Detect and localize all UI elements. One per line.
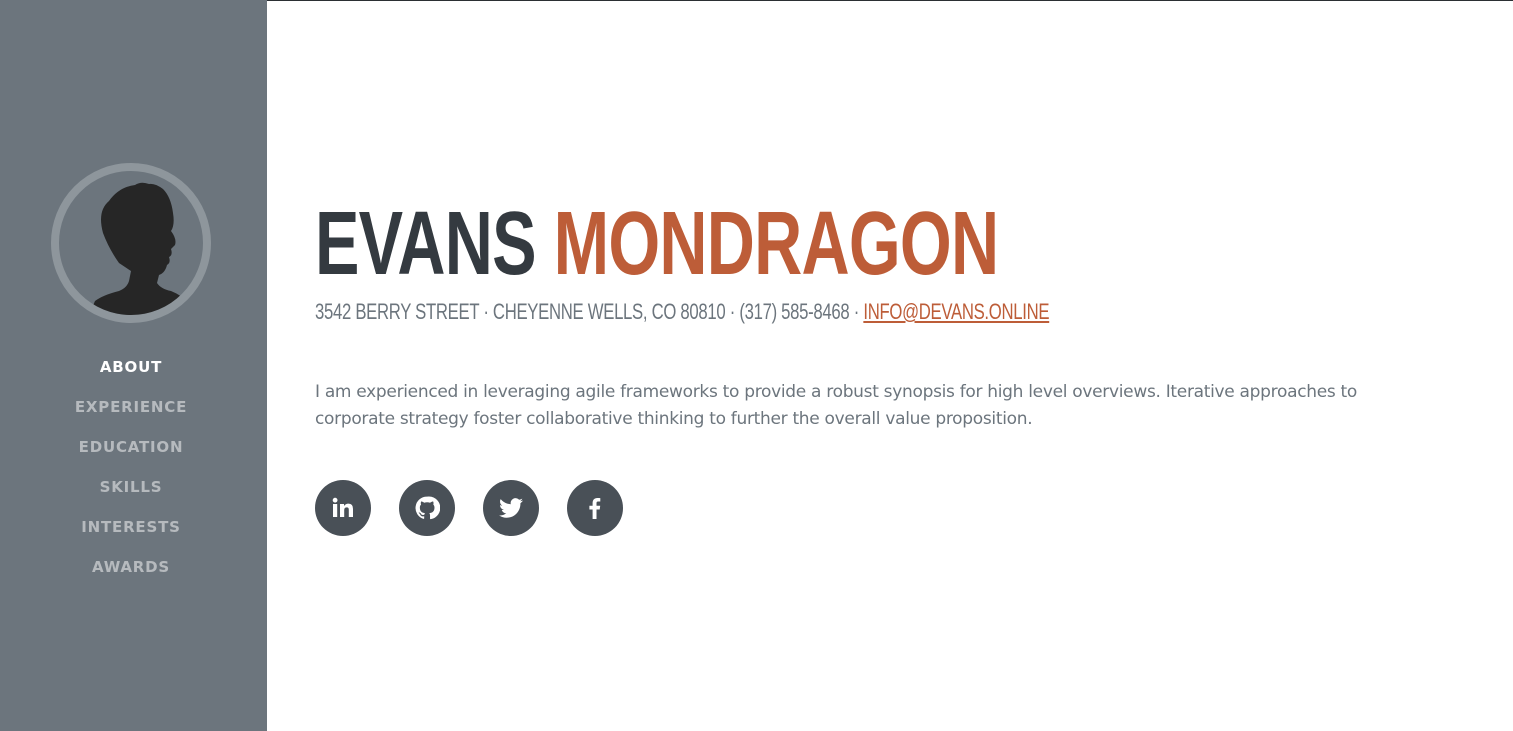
nav-item-about: ABOUT bbox=[0, 347, 262, 387]
first-name: EVANS bbox=[315, 194, 537, 294]
sidebar-nav: ABOUT EXPERIENCE EDUCATION SKILLS INTERE… bbox=[0, 347, 262, 587]
nav-link-interests[interactable]: INTERESTS bbox=[81, 518, 180, 536]
linkedin-icon bbox=[331, 496, 355, 520]
contact-line: 3542 BERRY STREET · CHEYENNE WELLS, CO 8… bbox=[315, 298, 1050, 326]
social-icons bbox=[315, 480, 623, 536]
contact-address: 3542 BERRY STREET · CHEYENNE WELLS, CO 8… bbox=[315, 299, 864, 324]
twitter-button[interactable] bbox=[483, 480, 539, 536]
nav-link-education[interactable]: EDUCATION bbox=[79, 438, 184, 456]
profile-silhouette-icon bbox=[89, 182, 193, 315]
nav-item-interests: INTERESTS bbox=[0, 507, 262, 547]
github-button[interactable] bbox=[399, 480, 455, 536]
nav-item-skills: SKILLS bbox=[0, 467, 262, 507]
nav-item-education: EDUCATION bbox=[0, 427, 262, 467]
page-title: EVANS MONDRAGON bbox=[315, 198, 999, 290]
nav-link-about[interactable]: ABOUT bbox=[100, 358, 162, 376]
facebook-button[interactable] bbox=[567, 480, 623, 536]
facebook-icon bbox=[583, 496, 607, 520]
nav-link-awards[interactable]: AWARDS bbox=[92, 558, 170, 576]
email-link[interactable]: INFO@DEVANS.ONLINE bbox=[863, 299, 1049, 324]
linkedin-button[interactable] bbox=[315, 480, 371, 536]
nav-link-skills[interactable]: SKILLS bbox=[100, 478, 163, 496]
twitter-icon bbox=[498, 495, 524, 521]
github-icon bbox=[414, 495, 440, 521]
profile-avatar bbox=[51, 163, 211, 323]
nav-item-awards: AWARDS bbox=[0, 547, 262, 587]
nav-link-experience[interactable]: EXPERIENCE bbox=[75, 398, 187, 416]
intro-paragraph: I am experienced in leveraging agile fra… bbox=[315, 382, 1358, 429]
nav-item-experience: EXPERIENCE bbox=[0, 387, 262, 427]
last-name: MONDRAGON bbox=[553, 194, 999, 294]
sidebar: ABOUT EXPERIENCE EDUCATION SKILLS INTERE… bbox=[0, 0, 267, 731]
